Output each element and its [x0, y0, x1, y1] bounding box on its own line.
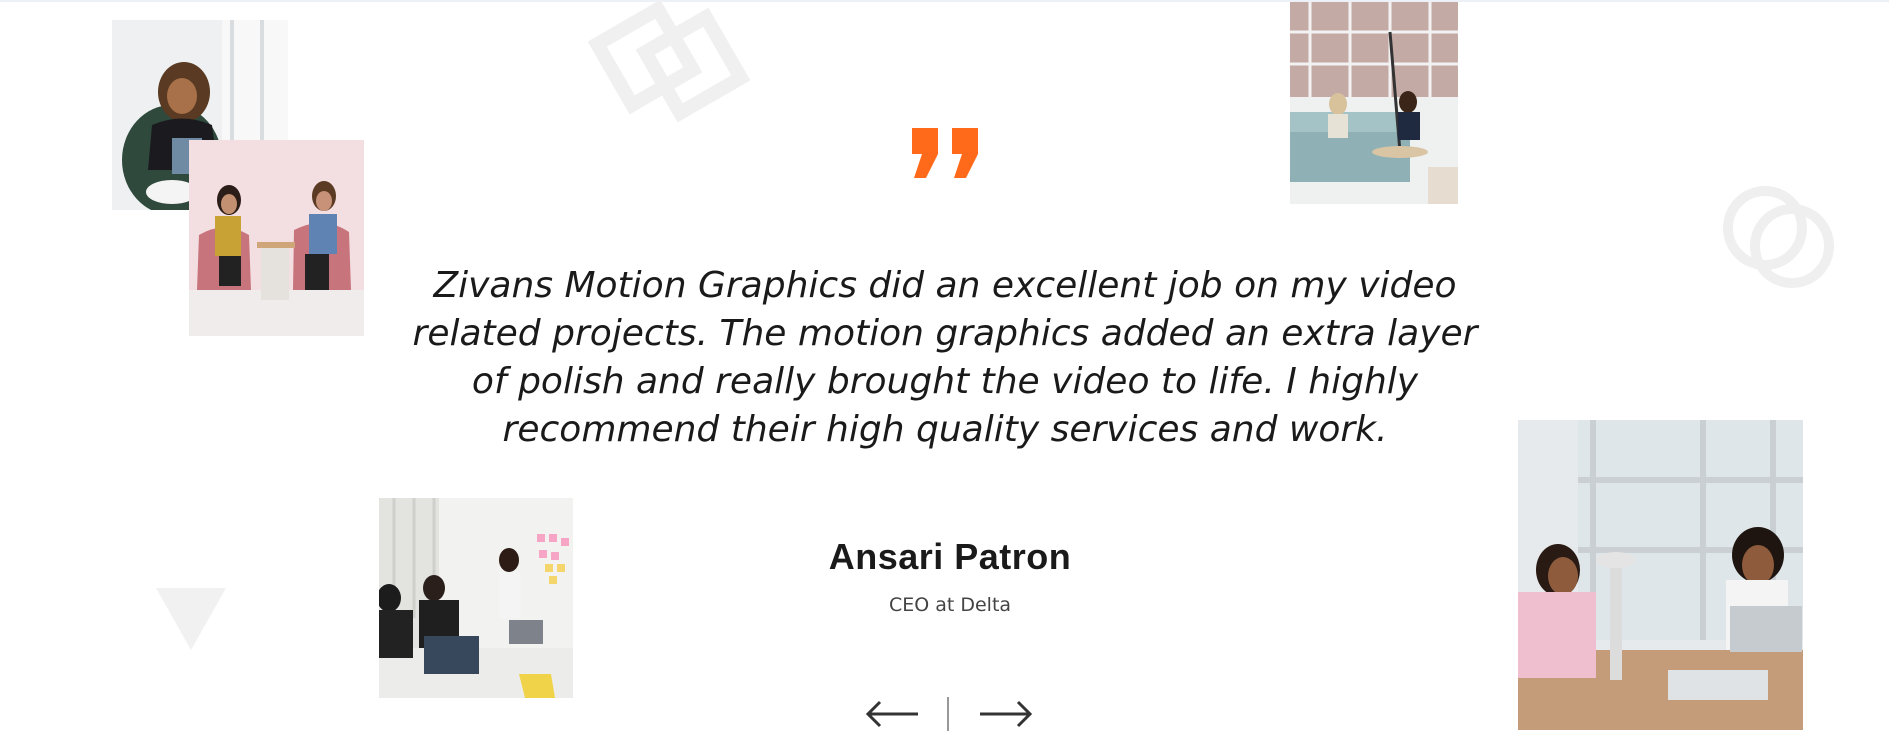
next-button[interactable]: [978, 694, 1034, 734]
diamond-outline-shape: [587, 0, 751, 123]
quote-mark-icon: [912, 128, 978, 178]
nav-divider: [947, 697, 949, 731]
author-name: Ansari Patron: [828, 536, 1072, 577]
previous-button[interactable]: [864, 694, 920, 734]
triangle-shape: [156, 588, 226, 650]
testimonial-text: Zivans Motion Graphics did an excellent …: [412, 265, 1478, 450]
photo-team-whiteboard: [379, 498, 573, 698]
photo-women-conference-table: [1518, 420, 1803, 730]
circles-outline-shape: [1723, 186, 1834, 288]
arrow-left-icon: [865, 700, 918, 728]
arrow-right-icon: [980, 700, 1033, 728]
photo-two-women-pink-sofa: [189, 140, 364, 336]
author-role: CEO at Delta: [888, 594, 1012, 616]
top-border: [0, 0, 1889, 2]
photo-lounge-meeting: [1290, 2, 1458, 204]
